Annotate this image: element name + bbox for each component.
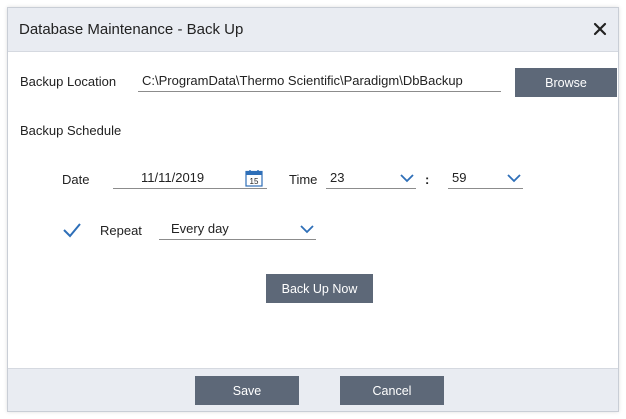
- browse-button[interactable]: Browse: [515, 68, 617, 97]
- repeat-label: Repeat: [100, 223, 142, 238]
- calendar-icon: 15: [245, 170, 263, 187]
- backup-dialog: Database Maintenance - Back Up Backup Lo…: [7, 7, 619, 412]
- hour-select[interactable]: 23: [326, 167, 416, 189]
- time-label: Time: [289, 172, 318, 187]
- dialog-title: Database Maintenance - Back Up: [19, 21, 244, 38]
- repeat-select[interactable]: Every day: [159, 218, 316, 240]
- minute-select[interactable]: 59: [448, 167, 523, 189]
- dialog-footer: Save Cancel: [8, 368, 618, 411]
- backup-location-input[interactable]: C:\ProgramData\Thermo Scientific\Paradig…: [138, 70, 501, 92]
- chevron-down-icon: [507, 174, 521, 183]
- save-button[interactable]: Save: [195, 376, 299, 405]
- date-label: Date: [62, 172, 90, 187]
- repeat-value: Every day: [171, 221, 229, 236]
- dialog-titlebar: Database Maintenance - Back Up: [8, 8, 618, 52]
- date-input[interactable]: 11/11/2019: [113, 167, 267, 189]
- calendar-day: 15: [250, 177, 259, 186]
- backup-location-label: Backup Location: [20, 74, 117, 89]
- back-up-now-button[interactable]: Back Up Now: [266, 274, 373, 303]
- backup-schedule-heading: Backup Schedule: [20, 123, 122, 138]
- chevron-down-icon: [400, 174, 414, 183]
- repeat-checkbox[interactable]: [62, 221, 82, 239]
- chevron-down-icon: [300, 225, 314, 234]
- close-icon: [593, 22, 607, 36]
- time-separator: :: [425, 172, 430, 187]
- close-button[interactable]: [590, 19, 610, 39]
- calendar-button[interactable]: 15: [245, 169, 263, 187]
- hour-value: 23: [330, 170, 345, 185]
- checkmark-icon: [63, 223, 81, 238]
- minute-value: 59: [452, 170, 467, 185]
- cancel-button[interactable]: Cancel: [340, 376, 444, 405]
